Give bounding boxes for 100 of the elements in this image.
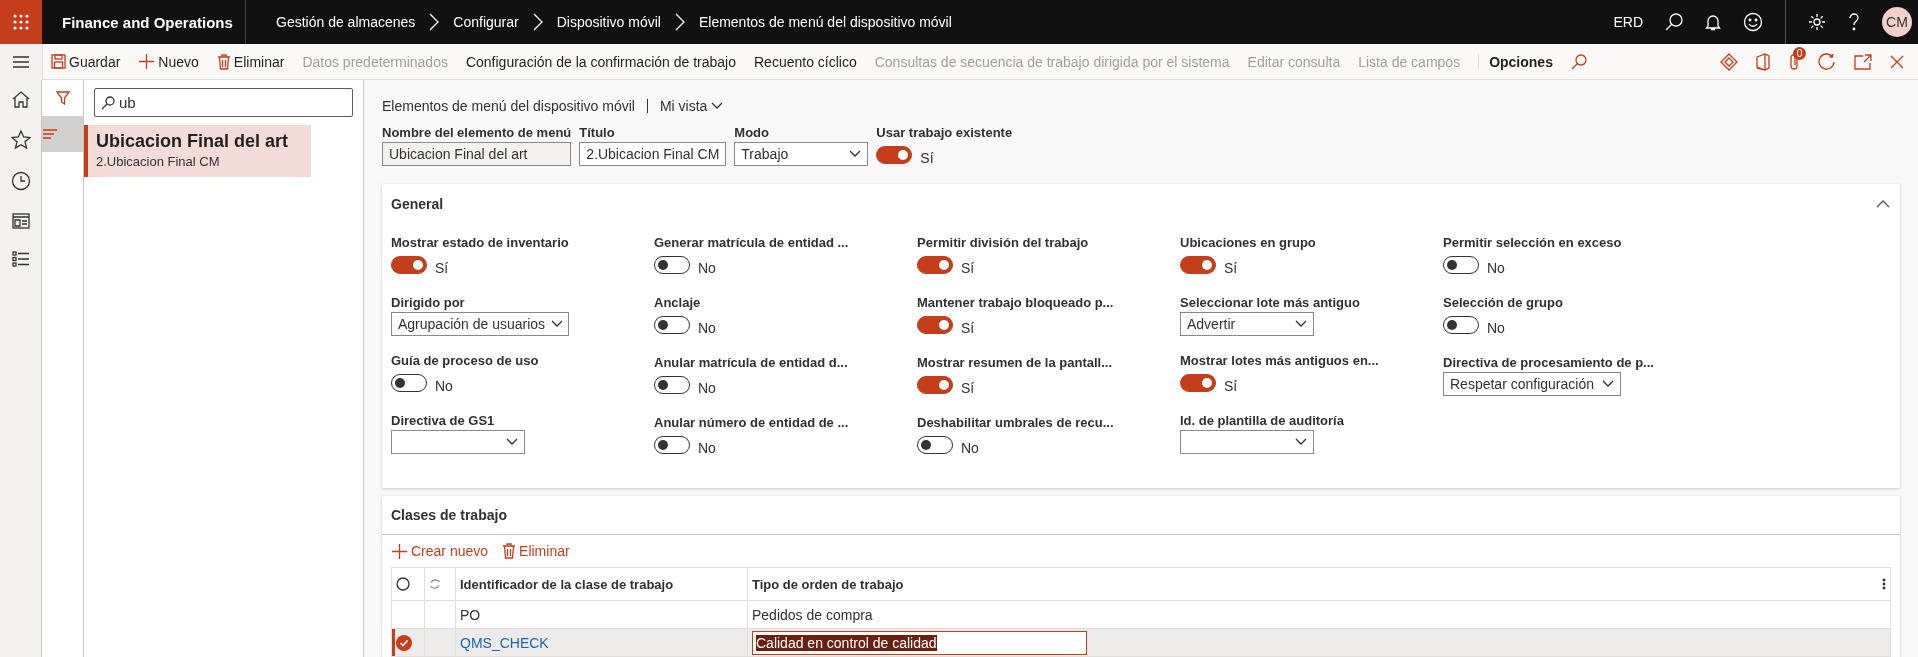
toggle-state-text: Sí: [961, 380, 975, 396]
field-label: Deshabilitar umbrales de recu...: [917, 414, 1115, 432]
toggle-state-text: Sí: [1224, 260, 1238, 276]
user-avatar[interactable]: CM: [1882, 7, 1912, 37]
help-icon[interactable]: [1848, 13, 1860, 31]
toggle-switch[interactable]: [654, 376, 690, 394]
toggle-switch[interactable]: [917, 376, 953, 394]
toolbar-button[interactable]: Eliminar: [216, 53, 285, 70]
more-icon[interactable]: [1882, 578, 1886, 590]
company-label[interactable]: ERD: [1613, 14, 1643, 30]
popout-icon[interactable]: [1854, 53, 1872, 70]
toggle-switch[interactable]: [654, 316, 690, 334]
save-icon: [51, 54, 66, 69]
column-header[interactable]: Tipo de orden de trabajo: [752, 576, 904, 592]
toggle-switch[interactable]: [391, 374, 427, 392]
field-label: Selección de grupo: [1443, 294, 1564, 312]
refresh-icon[interactable]: [1818, 52, 1836, 71]
column-header[interactable]: Identificador de la clase de trabajo: [455, 567, 748, 601]
table-cell: Pedidos de compra: [752, 606, 873, 623]
chevron-right-icon: [532, 13, 543, 31]
diamond-icon[interactable]: [1720, 52, 1738, 71]
star-icon[interactable]: [10, 130, 31, 149]
toggle-state-text: No: [1487, 320, 1505, 336]
toggle-switch[interactable]: [1180, 374, 1216, 392]
dropdown-field[interactable]: [391, 430, 525, 454]
filter-icon[interactable]: [55, 91, 70, 105]
field-label: Mostrar resumen de la pantall...: [917, 354, 1114, 372]
row-selected-checkbox[interactable]: [391, 628, 425, 657]
toggle-switch[interactable]: [917, 256, 953, 274]
toggle-state-text: No: [698, 380, 716, 396]
view-selector[interactable]: Mi vista: [659, 98, 724, 114]
search-icon[interactable]: [1665, 13, 1683, 31]
table-cell[interactable]: QMS_CHECK: [455, 628, 748, 657]
close-icon[interactable]: [1890, 54, 1904, 69]
toggle-switch[interactable]: [391, 256, 427, 274]
chevron-down-icon: [711, 102, 724, 110]
field-label: Anular matrícula de entidad d...: [654, 354, 849, 372]
toggle-state-text: Sí: [435, 260, 449, 276]
table-cell[interactable]: PO: [455, 600, 748, 629]
dropdown-field[interactable]: Agrupación de usuarios: [391, 312, 569, 336]
field-label: Generar matrícula de entidad ...: [654, 234, 850, 252]
cell-input-field[interactable]: Calidad en control de calidad: [752, 630, 1087, 655]
list-icon[interactable]: [42, 129, 58, 139]
field-label: Mostrar estado de inventario: [391, 234, 570, 252]
toolbar-button[interactable]: Nuevo: [138, 53, 199, 70]
toggle-switch[interactable]: [654, 436, 690, 454]
smiley-icon[interactable]: [1743, 12, 1763, 32]
breadcrumb-link[interactable]: Configurar: [453, 14, 519, 30]
field-label: Mostrar lotes más antiguos en...: [1180, 352, 1380, 370]
field-label: Seleccionar lote más antiguo: [1180, 294, 1361, 312]
toggle-switch[interactable]: [876, 146, 913, 164]
toggle-switch[interactable]: [1443, 256, 1479, 274]
select-all-icon[interactable]: [396, 577, 410, 591]
toggle-state-text: Sí: [920, 150, 934, 166]
settings-icon[interactable]: [1808, 13, 1826, 31]
search-field[interactable]: ub: [94, 88, 353, 117]
breadcrumb-link[interactable]: Gestión de almacenes: [276, 14, 416, 30]
toggle-state-text: Sí: [961, 320, 975, 336]
chevron-down-icon: [849, 150, 862, 158]
toggle-switch[interactable]: [917, 436, 953, 454]
menu-icon[interactable]: [12, 55, 30, 68]
sync-icon[interactable]: [429, 578, 441, 590]
options-tab[interactable]: Opciones: [1478, 53, 1553, 70]
toggle-switch[interactable]: [1443, 316, 1479, 334]
dropdown-field[interactable]: Respetar configuración: [1443, 372, 1621, 396]
breadcrumb-link[interactable]: Dispositivo móvil: [556, 14, 661, 30]
toolbar-button[interactable]: Configuración de la confirmación de trabajo: [465, 53, 736, 70]
chevron-down-icon: [506, 438, 518, 446]
chevron-down-icon: [551, 320, 564, 328]
field-label: Nombre del elemento de menú: [382, 124, 572, 142]
text-field[interactable]: 2.Ubicacion Final CM: [579, 142, 727, 166]
list-item[interactable]: Ubicacion Final del art 2.Ubicacion Final CM: [84, 125, 311, 177]
field-label: Anular número de entidad de ...: [654, 414, 850, 432]
toggle-switch[interactable]: [654, 256, 690, 274]
clock-icon[interactable]: [10, 171, 31, 191]
bell-icon[interactable]: [1705, 13, 1721, 31]
dropdown-field[interactable]: [1180, 430, 1314, 454]
field-label: Permitir selección en exceso: [1443, 234, 1623, 252]
breadcrumb-link[interactable]: Elementos de menú del dispositivo móvil: [698, 14, 952, 30]
toolbar-button[interactable]: Eliminar: [502, 543, 570, 559]
section-title: General: [391, 196, 444, 212]
home-icon[interactable]: [11, 90, 30, 108]
plus-icon: [391, 542, 408, 560]
toolbar-button[interactable]: Recuento cíclico: [754, 53, 857, 70]
field-label: Mantener trabajo bloqueado p...: [917, 294, 1115, 312]
toggle-state-text: Sí: [961, 260, 975, 276]
toolbar-button[interactable]: Guardar: [51, 53, 121, 70]
toggle-state-text: No: [1487, 260, 1505, 276]
checklist-icon[interactable]: [11, 251, 30, 267]
field-label: Permitir división del trabajo: [917, 234, 1090, 252]
chevron-down-icon: [1295, 320, 1307, 328]
workspace-icon[interactable]: [11, 213, 30, 229]
dropdown-field[interactable]: Advertir: [1180, 312, 1314, 336]
readonly-field[interactable]: Ubicacion Final del art: [382, 142, 572, 166]
section-title: Clases de trabajo: [391, 507, 507, 523]
toggle-switch[interactable]: [917, 316, 953, 334]
dropdown-field[interactable]: Trabajo: [734, 142, 869, 166]
office-icon[interactable]: [1756, 52, 1770, 71]
toggle-switch[interactable]: [1180, 256, 1216, 274]
toolbar-button[interactable]: Crear nuevo: [391, 542, 489, 560]
